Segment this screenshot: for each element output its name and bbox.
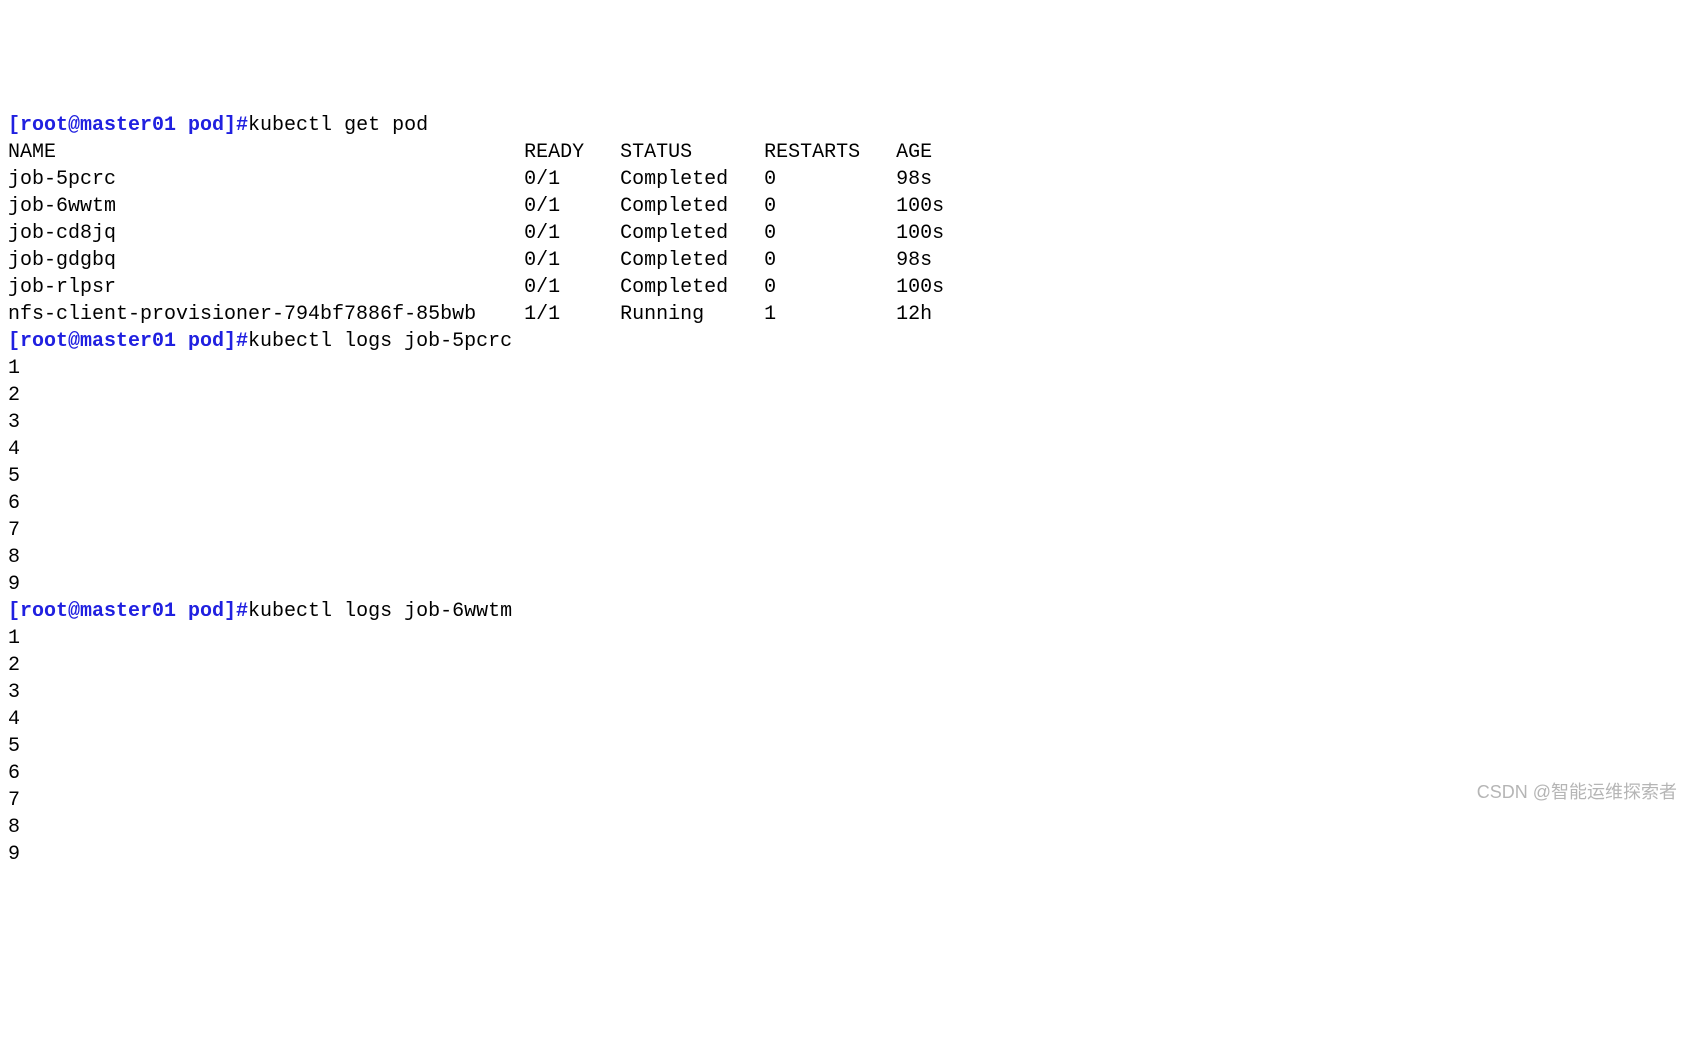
table-row: nfs-client-provisioner-794bf7886f-85bwb …	[8, 303, 932, 326]
shell-command: kubectl get pod	[248, 114, 428, 137]
log-line: 2	[8, 384, 20, 407]
table-row: job-cd8jq 0/1 Completed 0 100s	[8, 222, 944, 245]
log-line: 6	[8, 492, 20, 515]
table-header: NAME READY STATUS RESTARTS AGE	[8, 141, 932, 164]
log-line: 8	[8, 546, 20, 569]
watermark-text: CSDN @智能运维探索者	[1477, 780, 1677, 804]
table-row: job-5pcrc 0/1 Completed 0 98s	[8, 168, 932, 191]
log-line: 3	[8, 411, 20, 434]
table-row: job-gdgbq 0/1 Completed 0 98s	[8, 249, 932, 272]
log-line: 4	[8, 708, 20, 731]
log-line: 1	[8, 627, 20, 650]
log-line: 6	[8, 762, 20, 785]
log-line: 5	[8, 735, 20, 758]
log-line: 4	[8, 438, 20, 461]
log-line: 9	[8, 573, 20, 596]
log-line: 3	[8, 681, 20, 704]
shell-prompt: [root@master01 pod]#	[8, 600, 248, 623]
log-line: 8	[8, 816, 20, 839]
log-line: 1	[8, 357, 20, 380]
log-line: 7	[8, 789, 20, 812]
log-line: 2	[8, 654, 20, 677]
shell-prompt: [root@master01 pod]#	[8, 114, 248, 137]
shell-command: kubectl logs job-6wwtm	[248, 600, 512, 623]
shell-prompt: [root@master01 pod]#	[8, 330, 248, 353]
terminal-output[interactable]: [root@master01 pod]#kubectl get pod NAME…	[8, 112, 1687, 868]
log-line: 9	[8, 843, 20, 866]
shell-command: kubectl logs job-5pcrc	[248, 330, 512, 353]
table-row: job-6wwtm 0/1 Completed 0 100s	[8, 195, 944, 218]
table-row: job-rlpsr 0/1 Completed 0 100s	[8, 276, 944, 299]
log-line: 5	[8, 465, 20, 488]
log-line: 7	[8, 519, 20, 542]
